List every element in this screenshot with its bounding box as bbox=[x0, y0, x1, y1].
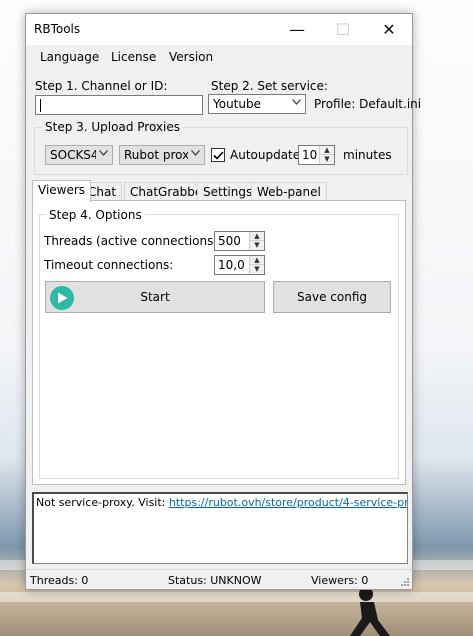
options-group bbox=[39, 214, 399, 479]
check-icon bbox=[212, 150, 224, 160]
size-grip-icon[interactable] bbox=[400, 577, 410, 587]
interval-unit-label: minutes bbox=[343, 148, 392, 162]
title-bar[interactable]: RBTools — ☐ ✕ bbox=[26, 14, 412, 45]
chevron-down-icon bbox=[191, 148, 200, 159]
window-title: RBTools bbox=[34, 22, 81, 36]
play-icon bbox=[50, 286, 74, 310]
tab-viewers[interactable]: Viewers bbox=[32, 180, 92, 202]
spin-up-icon[interactable]: ▲ bbox=[250, 256, 264, 265]
maximize-icon: ☐ bbox=[335, 20, 351, 39]
close-button[interactable]: ✕ bbox=[366, 14, 412, 45]
viewers-status: Viewers: 0 bbox=[311, 574, 369, 587]
minimize-icon: — bbox=[289, 20, 305, 39]
save-config-label: Save config bbox=[297, 290, 367, 304]
desktop-person-silhouette bbox=[350, 587, 390, 636]
spin-down-icon[interactable]: ▼ bbox=[250, 265, 264, 274]
log-textbox[interactable]: Not service-proxy. Visit: https://rubot.… bbox=[32, 492, 408, 564]
step4-label: Step 4. Options bbox=[46, 208, 145, 222]
minimize-button[interactable]: — bbox=[274, 14, 320, 45]
channel-id-input[interactable] bbox=[35, 95, 203, 115]
step3-label: Step 3. Upload Proxies bbox=[42, 120, 183, 134]
spin-down-icon[interactable]: ▼ bbox=[320, 155, 334, 164]
proxy-source-value: Rubot proxies bbox=[124, 148, 188, 162]
step2-label: Step 2. Set service: bbox=[211, 79, 328, 93]
timeout-label: Timeout connections: bbox=[44, 258, 174, 272]
service-value: Youtube bbox=[213, 97, 261, 111]
menu-language[interactable]: Language bbox=[40, 50, 99, 64]
threads-label: Threads (active connections): bbox=[44, 234, 223, 248]
autoupdate-checkbox[interactable] bbox=[211, 148, 225, 162]
interval-spinner[interactable]: 10 ▲ ▼ bbox=[298, 145, 335, 165]
chevron-down-icon bbox=[99, 148, 108, 159]
interval-value: 10 bbox=[302, 148, 318, 162]
viewers-tab-panel: Step 4. Options Threads (active connecti… bbox=[32, 200, 406, 485]
spin-up-icon[interactable]: ▲ bbox=[320, 146, 334, 155]
start-button-label: Start bbox=[140, 290, 170, 304]
log-message: Not service-proxy. Visit: bbox=[36, 496, 169, 509]
service-select[interactable]: Youtube bbox=[208, 94, 306, 114]
menu-bar: Language License Version bbox=[26, 45, 412, 69]
step1-label: Step 1. Channel or ID: bbox=[35, 79, 168, 93]
tab-settings[interactable]: Settings bbox=[197, 182, 259, 201]
text-caret bbox=[40, 99, 41, 112]
spin-up-icon[interactable]: ▲ bbox=[250, 232, 264, 241]
menu-version[interactable]: Version bbox=[169, 50, 213, 64]
timeout-spinner[interactable]: 10,0 ▲ ▼ bbox=[214, 255, 265, 275]
threads-value: 500 bbox=[218, 234, 241, 248]
status-bar: Threads: 0 Status: UNKNOW Viewers: 0 bbox=[26, 569, 412, 589]
save-config-button[interactable]: Save config bbox=[273, 281, 391, 313]
profile-label: Profile: Default.ini bbox=[314, 97, 422, 111]
chevron-down-icon bbox=[292, 97, 301, 108]
service-proxy-link[interactable]: https://rubot.ovh/store/product/4-servic… bbox=[169, 496, 407, 509]
threads-spinner[interactable]: 500 ▲ ▼ bbox=[214, 231, 265, 251]
app-window: RBTools — ☐ ✕ Language License Version S… bbox=[25, 13, 421, 590]
autoupdate-label: Autoupdate bbox=[230, 148, 301, 162]
proxy-type-value: SOCKS4 bbox=[50, 148, 96, 162]
service-status: Status: UNKNOW bbox=[168, 574, 262, 587]
timeout-value: 10,0 bbox=[218, 258, 245, 272]
threads-status: Threads: 0 bbox=[30, 574, 89, 587]
maximize-button: ☐ bbox=[320, 14, 366, 45]
close-icon: ✕ bbox=[382, 20, 396, 39]
menu-license[interactable]: License bbox=[111, 50, 156, 64]
start-button[interactable]: Start bbox=[45, 281, 265, 313]
spin-down-icon[interactable]: ▼ bbox=[250, 241, 264, 250]
desktop-wave bbox=[0, 592, 473, 602]
tab-web-panel[interactable]: Web-panel bbox=[251, 182, 327, 201]
proxy-source-select[interactable]: Rubot proxies bbox=[119, 145, 205, 165]
proxy-type-select[interactable]: SOCKS4 bbox=[45, 145, 113, 165]
